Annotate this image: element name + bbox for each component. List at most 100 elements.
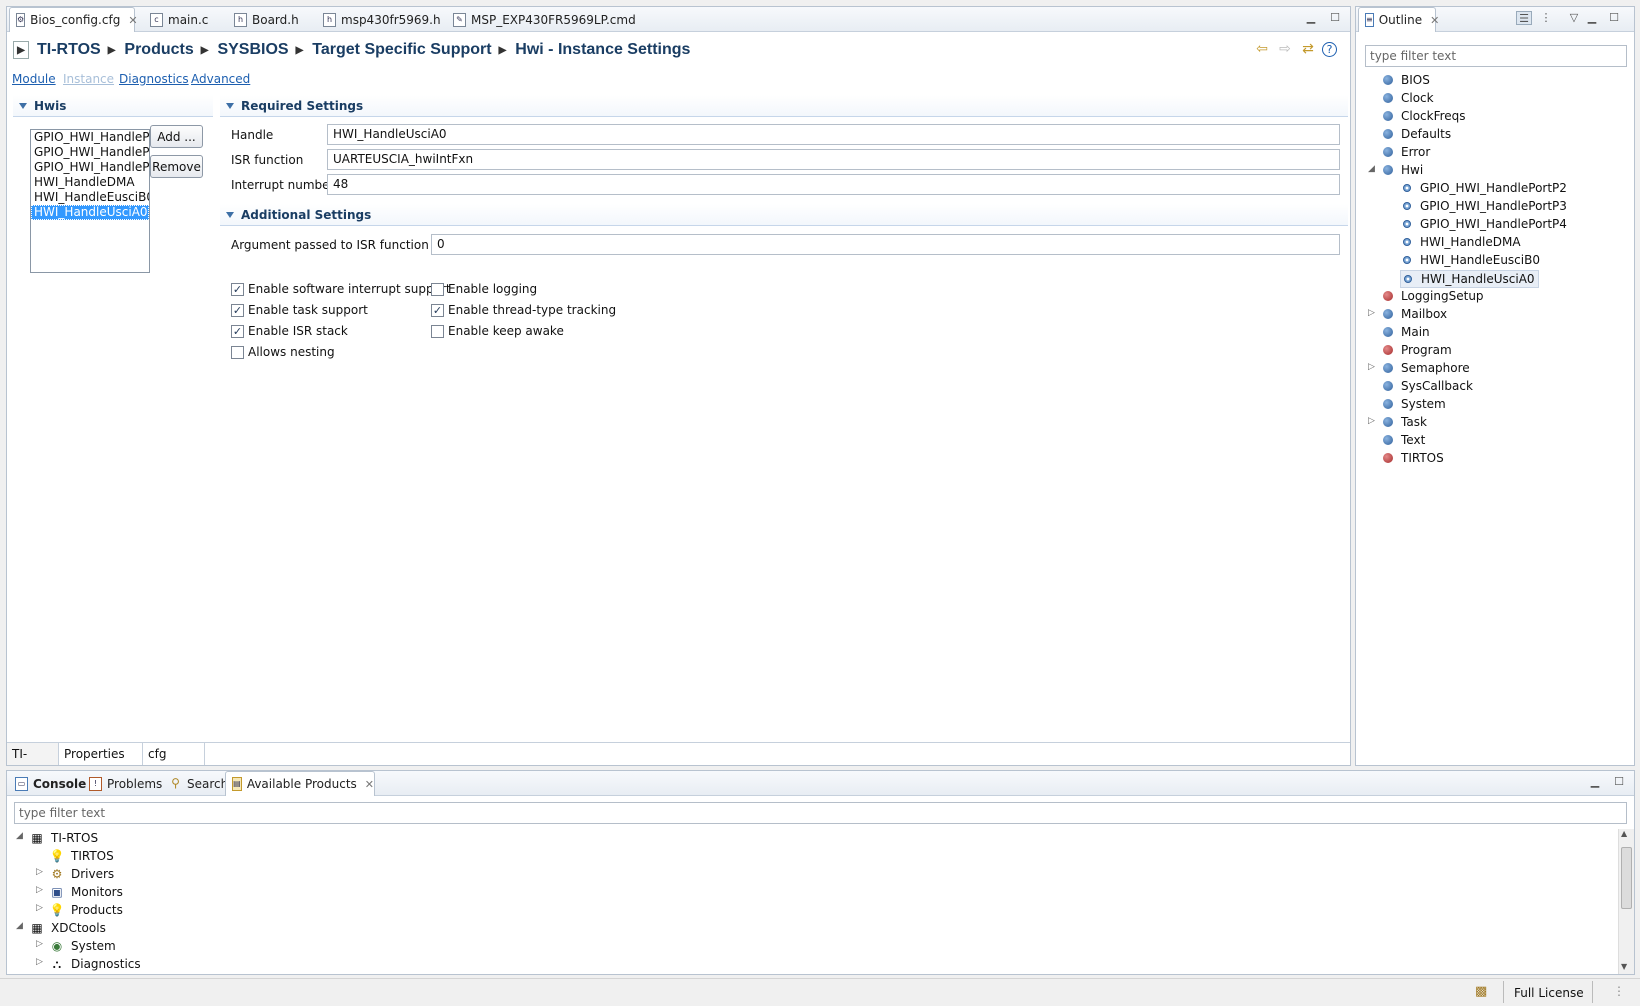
license-status[interactable]: Full License: [1514, 986, 1584, 1000]
outline-item-hwi-instance[interactable]: GPIO_HWI_HandlePortP2: [1403, 180, 1567, 196]
add-hwi-button[interactable]: Add ...: [150, 125, 203, 148]
isr-function-field[interactable]: UARTEUSCIA_hwiIntFxn: [327, 149, 1340, 170]
tree-item-tirtos[interactable]: 💡 TIRTOS: [49, 847, 114, 864]
list-item[interactable]: HWI_HandleDMA: [31, 175, 149, 190]
vertical-scrollbar[interactable]: ▲ ▼: [1618, 829, 1634, 974]
back-arrow-icon[interactable]: ⇦: [1253, 41, 1271, 59]
scroll-thumb[interactable]: [1621, 847, 1632, 909]
task-support-checkbox[interactable]: ✓ Enable task support: [231, 303, 368, 317]
checkbox-unchecked[interactable]: [431, 324, 444, 338]
breadcrumb-sysbios[interactable]: SYSBIOS: [217, 41, 288, 59]
outline-item-defaults[interactable]: Defaults: [1383, 126, 1451, 142]
tab-outline[interactable]: ≡ Outline ✕: [1358, 7, 1439, 32]
maximize-icon[interactable]: ☐: [1327, 11, 1343, 25]
outline-item-tirtos[interactable]: TIRTOS: [1383, 450, 1444, 466]
collapse-arrow-icon[interactable]: ◢: [1368, 164, 1375, 174]
remove-hwi-button[interactable]: Remove: [150, 155, 203, 178]
tab-cmd-file[interactable]: ✎ MSP_EXP430FR5969LP.cmd: [447, 7, 636, 32]
minimize-icon[interactable]: ▁: [1303, 11, 1319, 25]
list-item[interactable]: GPIO_HWI_HandlePortP3: [31, 145, 149, 160]
handle-field[interactable]: HWI_HandleUsciA0: [327, 124, 1340, 145]
link-diagnostics[interactable]: Diagnostics: [119, 72, 189, 86]
expand-arrow-icon[interactable]: ▷: [36, 903, 43, 913]
breadcrumb-products[interactable]: Products: [124, 41, 193, 59]
expand-arrow-icon[interactable]: ▷: [36, 867, 43, 877]
list-view-icon[interactable]: ⋮: [1538, 11, 1554, 25]
close-icon[interactable]: ✕: [365, 778, 374, 791]
tab-properties[interactable]: Properties: [59, 743, 143, 765]
outline-item-error[interactable]: Error: [1383, 144, 1430, 160]
hwi-instance-list[interactable]: GPIO_HWI_HandlePortP2 GPIO_HWI_HandlePor…: [30, 129, 150, 273]
checkbox-checked[interactable]: ✓: [231, 324, 244, 338]
tab-msp430fr5969-h[interactable]: h msp430fr5969.h: [317, 7, 441, 32]
expand-arrow-icon[interactable]: ▷: [36, 939, 43, 949]
link-advanced[interactable]: Advanced: [191, 72, 250, 86]
status-menu-icon[interactable]: ⋮: [1613, 984, 1625, 998]
thread-type-tracking-checkbox[interactable]: ✓ Enable thread-type tracking: [431, 303, 616, 317]
tree-item-monitors[interactable]: ▣ Monitors: [49, 883, 123, 900]
tab-available-products[interactable]: ▤ Available Products ✕: [225, 771, 375, 796]
outline-item-clockfreqs[interactable]: ClockFreqs: [1383, 108, 1466, 124]
tab-main-c[interactable]: c main.c: [144, 7, 208, 32]
outline-item-hwi-instance[interactable]: GPIO_HWI_HandlePortP3: [1403, 198, 1567, 214]
checkbox-checked[interactable]: ✓: [231, 303, 244, 317]
outline-item-semaphore[interactable]: Semaphore: [1383, 360, 1470, 376]
view-menu-icon[interactable]: ▽: [1566, 11, 1582, 25]
outline-item-bios[interactable]: BIOS: [1383, 72, 1430, 88]
outline-item-mailbox[interactable]: Mailbox: [1383, 306, 1447, 322]
checkbox-checked[interactable]: ✓: [431, 303, 444, 317]
interrupt-number-field[interactable]: 48: [327, 174, 1340, 195]
outline-item-hwi-instance[interactable]: GPIO_HWI_HandlePortP4: [1403, 216, 1567, 232]
tree-item-system[interactable]: ◉ System: [49, 937, 116, 954]
tree-item-products[interactable]: 💡 Products: [49, 901, 123, 918]
outline-item-system[interactable]: System: [1383, 396, 1446, 412]
maximize-icon[interactable]: ☐: [1611, 775, 1627, 789]
expand-arrow-icon[interactable]: ▷: [1368, 416, 1375, 426]
outline-item-syscallback[interactable]: SysCallback: [1383, 378, 1473, 394]
tab-ti-rtos[interactable]: TI-RTOS: [7, 743, 59, 783]
tab-console[interactable]: ▭ Console: [9, 771, 86, 796]
expand-arrow-icon[interactable]: ▷: [36, 957, 43, 967]
tree-view-icon[interactable]: ☰: [1516, 11, 1532, 25]
outline-item-hwi-instance-selected[interactable]: HWI_HandleUsciA0: [1400, 270, 1539, 288]
required-settings-header[interactable]: Required Settings: [220, 95, 1348, 117]
tree-item-ti-rtos[interactable]: ▦ TI-RTOS: [29, 829, 98, 846]
list-item-selected[interactable]: HWI_HandleUsciA0: [31, 205, 149, 220]
outline-filter-input[interactable]: type filter text: [1365, 45, 1627, 67]
scroll-down-icon[interactable]: ▼: [1621, 962, 1627, 971]
outline-item-clock[interactable]: Clock: [1383, 90, 1434, 106]
expand-arrow-icon[interactable]: ▷: [1368, 362, 1375, 372]
outline-item-hwi-instance[interactable]: HWI_HandleEusciB0: [1403, 252, 1540, 268]
list-item[interactable]: GPIO_HWI_HandlePortP4: [31, 160, 149, 175]
minimize-icon[interactable]: ▁: [1584, 11, 1600, 25]
allows-nesting-checkbox[interactable]: Allows nesting: [231, 345, 335, 359]
outline-item-hwi-instance[interactable]: HWI_HandleDMA: [1403, 234, 1521, 250]
list-item[interactable]: HWI_HandleEusciB0: [31, 190, 149, 205]
close-icon[interactable]: ✕: [1430, 14, 1439, 27]
checkbox-unchecked[interactable]: [231, 345, 244, 359]
expand-arrow-icon[interactable]: ▷: [36, 885, 43, 895]
isr-argument-field[interactable]: 0: [431, 234, 1340, 255]
list-item[interactable]: GPIO_HWI_HandlePortP2: [31, 130, 149, 145]
expand-arrow-icon[interactable]: ▷: [1368, 308, 1375, 318]
outline-item-text[interactable]: Text: [1383, 432, 1425, 448]
minimize-icon[interactable]: ▁: [1587, 775, 1603, 789]
tree-item-diagnostics[interactable]: ⛬ Diagnostics: [49, 955, 141, 972]
help-icon[interactable]: ?: [1322, 42, 1337, 57]
outline-item-task[interactable]: Task: [1383, 414, 1427, 430]
close-icon[interactable]: ✕: [128, 14, 137, 27]
collapse-arrow-icon[interactable]: ◢: [16, 831, 23, 841]
tree-item-drivers[interactable]: ⚙ Drivers: [49, 865, 115, 882]
scroll-up-icon[interactable]: ▲: [1621, 829, 1627, 838]
tab-board-h[interactable]: h Board.h: [228, 7, 299, 32]
software-interrupt-checkbox[interactable]: ✓ Enable software interrupt support: [231, 282, 451, 296]
products-filter-input[interactable]: type filter text: [14, 802, 1627, 824]
sync-icon[interactable]: ⇄: [1299, 41, 1317, 59]
tree-item-xdctools[interactable]: ▦ XDCtools: [29, 919, 106, 936]
collapse-arrow-icon[interactable]: ◢: [16, 921, 23, 931]
hwis-section-header[interactable]: Hwis: [13, 95, 213, 117]
tab-search[interactable]: ⚲ Search: [163, 771, 228, 796]
maximize-icon[interactable]: ☐: [1606, 11, 1622, 25]
isr-stack-checkbox[interactable]: ✓ Enable ISR stack: [231, 324, 348, 338]
keep-awake-checkbox[interactable]: Enable keep awake: [431, 324, 564, 338]
